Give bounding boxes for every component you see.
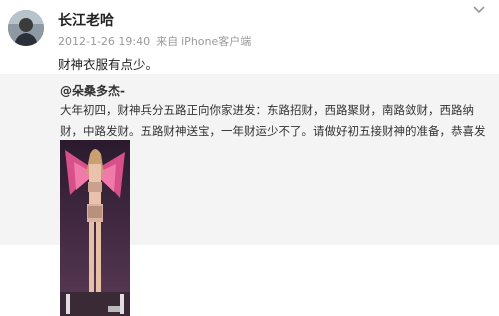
post-content: 财神衣服有点少。 [58,57,159,72]
post-meta: 2012-1-26 19:40 来自 iPhone客户端 [58,33,251,49]
repost-author-link[interactable]: @朵桑多杰- [60,82,125,99]
post-menu-button[interactable] [469,2,489,18]
repost-box: @朵桑多杰- 大年初四，财神兵分五路正向你家进发：东路招财，西路聚财，南路敛财，… [0,74,499,316]
chevron-down-icon [473,6,485,14]
timestamp[interactable]: 2012-1-26 19:40 [58,35,150,48]
weibo-post: 长江老哈 2012-1-26 19:40 来自 iPhone客户端 财神衣服有点少。… [0,0,499,316]
repost-image[interactable] [60,140,130,316]
source-link[interactable]: iPhone客户端 [181,35,251,48]
avatar[interactable] [8,10,44,46]
source-prefix: 来自 [156,35,179,48]
username[interactable]: 长江老哈 [58,10,114,30]
